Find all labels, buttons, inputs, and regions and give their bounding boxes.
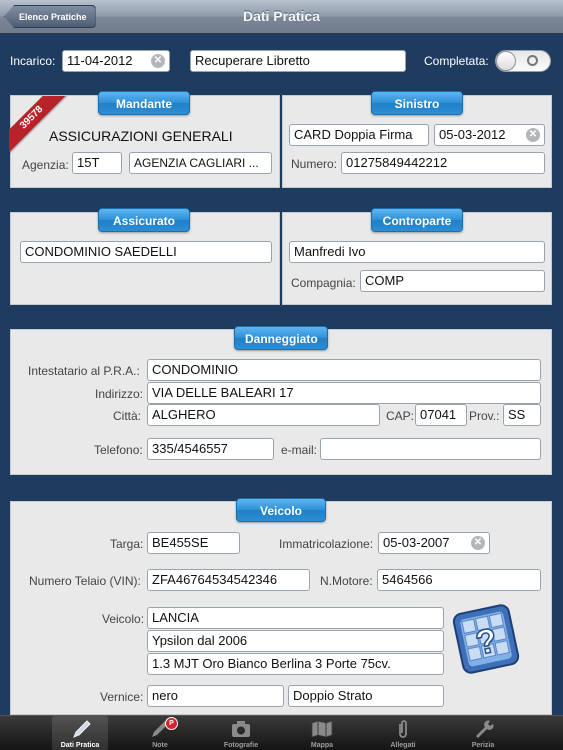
task-field[interactable]: Recuperare Libretto (190, 50, 406, 72)
versione-field[interactable]: 1.3 MJT Oro Bianco Berlina 3 Porte 75cv. (147, 653, 444, 675)
toggle-knob (496, 51, 516, 71)
prov-label: Prov.: (469, 409, 500, 423)
tab-note[interactable]: P Note (132, 716, 188, 750)
targa-label: Targa: (110, 537, 144, 551)
incarico-date-value: 11-04-2012 (67, 53, 133, 68)
page-title: Dati Pratica (242, 8, 321, 24)
citta-field[interactable]: ALGHERO (147, 404, 380, 426)
controparte-name-field[interactable]: Manfredi Ivo (289, 241, 545, 263)
veicolo-header[interactable]: Veicolo (236, 498, 326, 522)
email-label: e-mail: (281, 443, 318, 457)
numero-field[interactable]: 01275849442212 (341, 152, 545, 174)
compagnia-label: Compagnia: (291, 276, 356, 290)
completata-label: Completata: (424, 54, 489, 68)
tab-bar: Dati Pratica P Note Fotografie Mappa All… (0, 715, 563, 750)
assicurato-name-field[interactable]: CONDOMINIO SAEDELLI (20, 241, 272, 263)
toggle-off-icon (527, 55, 538, 66)
mandante-company: ASSICURAZIONI GENERALI (49, 128, 233, 144)
numero-label: Numero: (291, 157, 338, 171)
marca-field[interactable]: LANCIA (147, 607, 444, 629)
modello-field[interactable]: Ypsilon dal 2006 (147, 630, 444, 652)
incarico-date-field[interactable]: 11-04-2012 ✕ (62, 50, 170, 72)
telefono-field[interactable]: 335/4546557 (147, 438, 274, 460)
vernice-label: Vernice: (100, 690, 144, 704)
wrench-icon (476, 720, 494, 738)
tab-perizia[interactable]: Perizia (455, 716, 511, 750)
vehicle-lookup-icon[interactable]: ? (450, 601, 522, 677)
telaio-label: Numero Telaio (VIN): (29, 574, 141, 588)
agenzia-name-field[interactable]: AGENZIA CAGLIARI ... (129, 152, 272, 174)
note-badge: P (165, 717, 178, 730)
danneggiato-header[interactable]: Danneggiato (234, 326, 328, 350)
tab-mappa[interactable]: Mappa (294, 716, 350, 750)
targa-field[interactable]: BE455SE (147, 532, 240, 554)
clear-icon[interactable]: ✕ (151, 54, 165, 68)
assicurato-header[interactable]: Assicurato (98, 208, 190, 232)
sinistro-date-field[interactable]: 05-03-2012 ✕ (434, 124, 545, 146)
vernice-field[interactable]: nero (147, 685, 284, 707)
completata-toggle[interactable] (495, 50, 551, 72)
navigation-bar: Elenco Pratiche Dati Pratica (0, 0, 563, 34)
cap-field[interactable]: 07041 (415, 404, 467, 426)
motore-label: N.Motore: (320, 574, 373, 588)
compagnia-field[interactable]: COMP (360, 270, 545, 292)
tab-label: Note (152, 742, 168, 749)
tab-fotografie[interactable]: Fotografie (213, 716, 269, 750)
sinistro-type-field[interactable]: CARD Doppia Firma (289, 124, 429, 146)
tab-label: Allegati (390, 742, 416, 749)
main-content: Incarico: 11-04-2012 ✕ Recuperare Libret… (0, 35, 563, 715)
telaio-field[interactable]: ZFA46764534542346 (147, 569, 310, 591)
tab-allegati[interactable]: Allegati (375, 716, 431, 750)
immatricolazione-field[interactable]: 05-03-2007 ✕ (378, 532, 490, 554)
pen-note-icon (152, 721, 168, 737)
tab-label: Mappa (310, 742, 334, 749)
map-icon (311, 720, 333, 738)
intestatario-field[interactable]: CONDOMINIO (147, 359, 541, 381)
clear-icon[interactable]: ✕ (526, 128, 540, 142)
tab-dati-pratica[interactable]: Dati Pratica (52, 716, 108, 750)
sinistro-header[interactable]: Sinistro (371, 91, 463, 115)
agenzia-label: Agenzia: (22, 158, 69, 172)
citta-label: Città: (113, 409, 142, 423)
tab-label: Perizia (471, 742, 495, 749)
mandante-header[interactable]: Mandante (98, 91, 190, 115)
pencil-icon (73, 720, 91, 738)
telefono-label: Telefono: (94, 443, 143, 457)
email-field[interactable] (320, 438, 541, 460)
controparte-header[interactable]: Controparte (371, 208, 463, 232)
camera-icon (232, 721, 250, 737)
motore-field[interactable]: 5464566 (377, 569, 541, 591)
pratica-number-ribbon: 39578 (9, 96, 69, 156)
immatricolazione-value: 05-03-2007 (383, 535, 450, 550)
cap-label: CAP: (386, 409, 415, 423)
agenzia-code-field[interactable]: 15T (72, 152, 122, 174)
clear-icon[interactable]: ✕ (471, 536, 485, 550)
veicolo-label: Veicolo: (102, 612, 145, 626)
strato-field[interactable]: Doppio Strato (288, 685, 444, 707)
prov-field[interactable]: SS (503, 404, 541, 426)
intestatario-label: Intestatario al P.R.A.: (28, 364, 140, 378)
tab-label: Fotografie (223, 742, 259, 749)
paperclip-icon (399, 720, 407, 738)
indirizzo-label: Indirizzo: (95, 387, 144, 401)
immatricolazione-label: Immatricolazione: (279, 537, 374, 551)
tab-label: Dati Pratica (60, 742, 100, 749)
incarico-label: Incarico: (10, 54, 56, 68)
sinistro-date-value: 05-03-2012 (439, 127, 506, 142)
indirizzo-field[interactable]: VIA DELLE BALEARI 17 (147, 382, 541, 404)
